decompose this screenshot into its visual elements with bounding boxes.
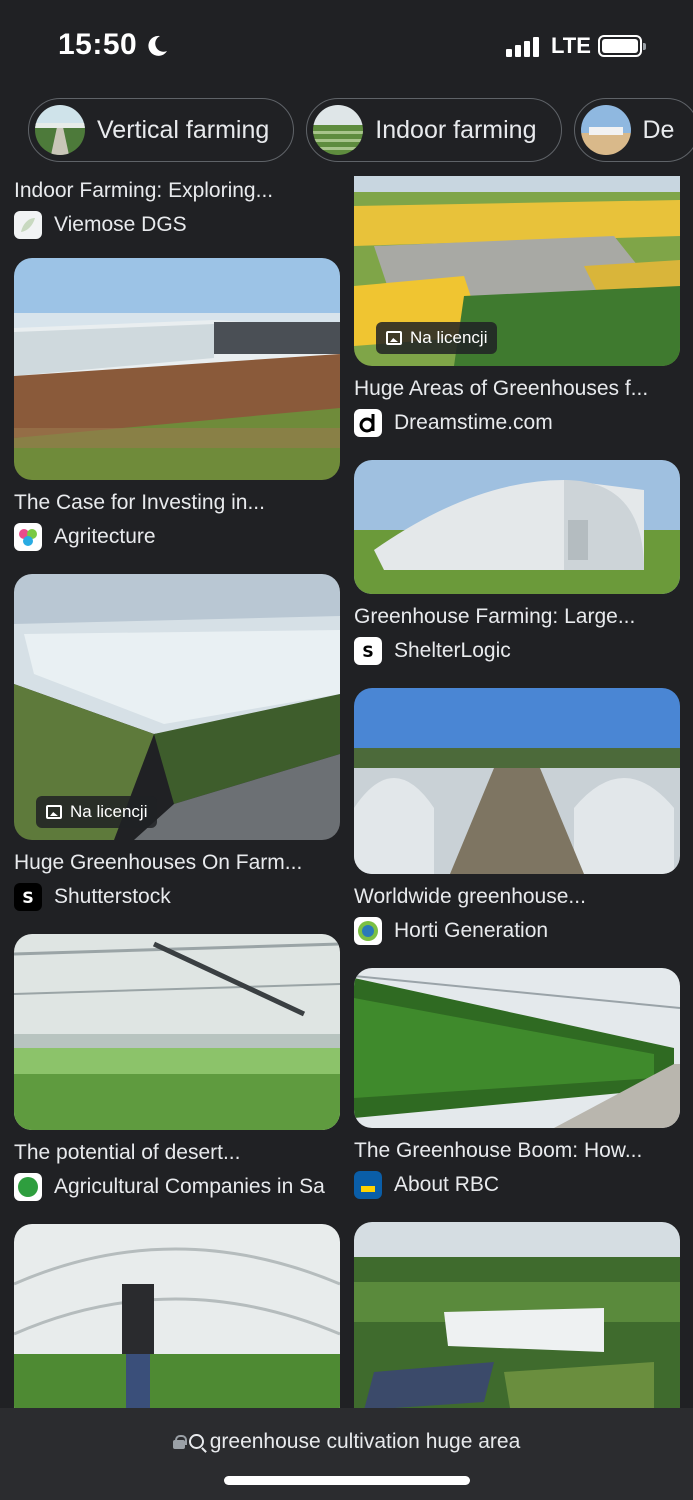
result-title: Indoor Farming: Exploring... — [14, 179, 274, 202]
badge-label: Na licencji — [70, 802, 148, 821]
result-card[interactable]: Greenhouse Farming: Large... S ShelterLo… — [354, 460, 680, 668]
result-title: Huge Areas of Greenhouses f... — [354, 377, 649, 400]
source-name: About RBC — [394, 1173, 500, 1196]
result-card[interactable] — [14, 1224, 340, 1424]
results-right-column: Na licencji Huge Areas of Greenhouses f.… — [354, 176, 680, 1442]
result-image: Na licencji — [14, 574, 340, 840]
result-card[interactable]: Worldwide greenhouse... Horti Generation — [354, 688, 680, 948]
result-source: Dreamstime.com — [354, 406, 680, 440]
chip-thumbnail — [313, 105, 364, 155]
licensed-badge: Na licencji — [376, 322, 498, 354]
result-card[interactable]: The potential of desert... Agricultural … — [14, 934, 340, 1204]
signal-icon — [506, 37, 539, 57]
result-source: Viemose DGS — [14, 208, 340, 242]
url-display[interactable]: greenhouse cultivation huge area — [0, 1430, 693, 1454]
result-card[interactable]: The Case for Investing in... Agritecture — [14, 258, 340, 554]
result-source: About RBC — [354, 1168, 680, 1202]
result-title: Huge Greenhouses On Farm... — [14, 851, 303, 874]
result-source: Agricultural Companies in Sa — [14, 1170, 340, 1204]
result-title: The potential of desert... — [14, 1141, 241, 1164]
result-card[interactable]: Indoor Farming: Exploring... Viemose DGS — [14, 176, 340, 242]
network-label: LTE — [551, 33, 591, 58]
status-bar: 15:50 LTE — [0, 0, 693, 92]
source-name: Viemose DGS — [54, 213, 187, 236]
shutterstock-favicon: S — [14, 883, 42, 911]
badge-label: Na licencji — [410, 328, 488, 347]
result-image — [354, 968, 680, 1128]
shelterlogic-favicon: S — [354, 637, 382, 665]
image-icon — [386, 331, 402, 345]
result-title: The Case for Investing in... — [14, 491, 265, 514]
chip-vertical-farming[interactable]: Vertical farming — [28, 98, 295, 162]
viemose-favicon — [14, 211, 42, 239]
result-title: Worldwide greenhouse... — [354, 885, 586, 908]
source-name: Horti Generation — [394, 919, 549, 942]
battery-icon — [598, 35, 646, 57]
result-image — [354, 688, 680, 874]
result-source: S ShelterLogic — [354, 634, 680, 668]
chip-label: Indoor farming — [375, 115, 537, 144]
result-title: Greenhouse Farming: Large... — [354, 605, 636, 628]
source-name: Agricultural Companies in Sa — [54, 1175, 325, 1198]
result-image — [14, 934, 340, 1130]
result-title: The Greenhouse Boom: How... — [354, 1139, 643, 1162]
source-name: Dreamstime.com — [394, 411, 553, 434]
source-name: ShelterLogic — [394, 639, 511, 662]
agritecture-favicon — [14, 523, 42, 551]
result-image — [14, 1224, 340, 1424]
result-source: Horti Generation — [354, 914, 680, 948]
result-card[interactable]: Na licencji Huge Greenhouses On Farm... … — [14, 574, 340, 914]
chip-label: Vertical farming — [97, 115, 270, 144]
chip-thumbnail — [580, 105, 631, 155]
result-source: Agritecture — [14, 520, 340, 554]
lock-icon — [172, 1435, 187, 1449]
result-card[interactable]: Na licencji Huge Areas of Greenhouses f.… — [354, 176, 680, 440]
image-icon — [46, 805, 62, 819]
rbc-favicon — [354, 1171, 382, 1199]
chip-label: De — [642, 115, 675, 144]
search-query: greenhouse cultivation huge area — [209, 1430, 521, 1453]
results-left-column: Indoor Farming: Exploring... Viemose DGS… — [14, 176, 340, 1424]
licensed-badge: Na licencji — [36, 796, 158, 828]
url-bar[interactable]: greenhouse cultivation huge area — [0, 1408, 693, 1500]
chip-thumbnail — [35, 105, 85, 155]
moon-icon — [148, 35, 167, 56]
result-source: S Shutterstock — [14, 880, 340, 914]
result-image — [354, 460, 680, 594]
home-indicator[interactable] — [224, 1476, 470, 1485]
agricultural-companies-favicon — [14, 1173, 42, 1201]
source-name: Shutterstock — [54, 885, 171, 908]
status-time: 15:50 — [58, 28, 138, 61]
chip-desert[interactable]: De — [573, 98, 693, 162]
result-card[interactable]: The Greenhouse Boom: How... About RBC — [354, 968, 680, 1202]
search-icon — [188, 1434, 204, 1449]
chip-indoor-farming[interactable]: Indoor farming — [306, 98, 562, 162]
horti-generation-favicon — [354, 917, 382, 945]
dreamstime-favicon — [354, 409, 382, 437]
result-image: Na licencji — [354, 176, 680, 366]
source-name: Agritecture — [54, 525, 156, 548]
result-image — [14, 258, 340, 480]
related-search-chips: Vertical farming Indoor farming De — [28, 98, 693, 162]
